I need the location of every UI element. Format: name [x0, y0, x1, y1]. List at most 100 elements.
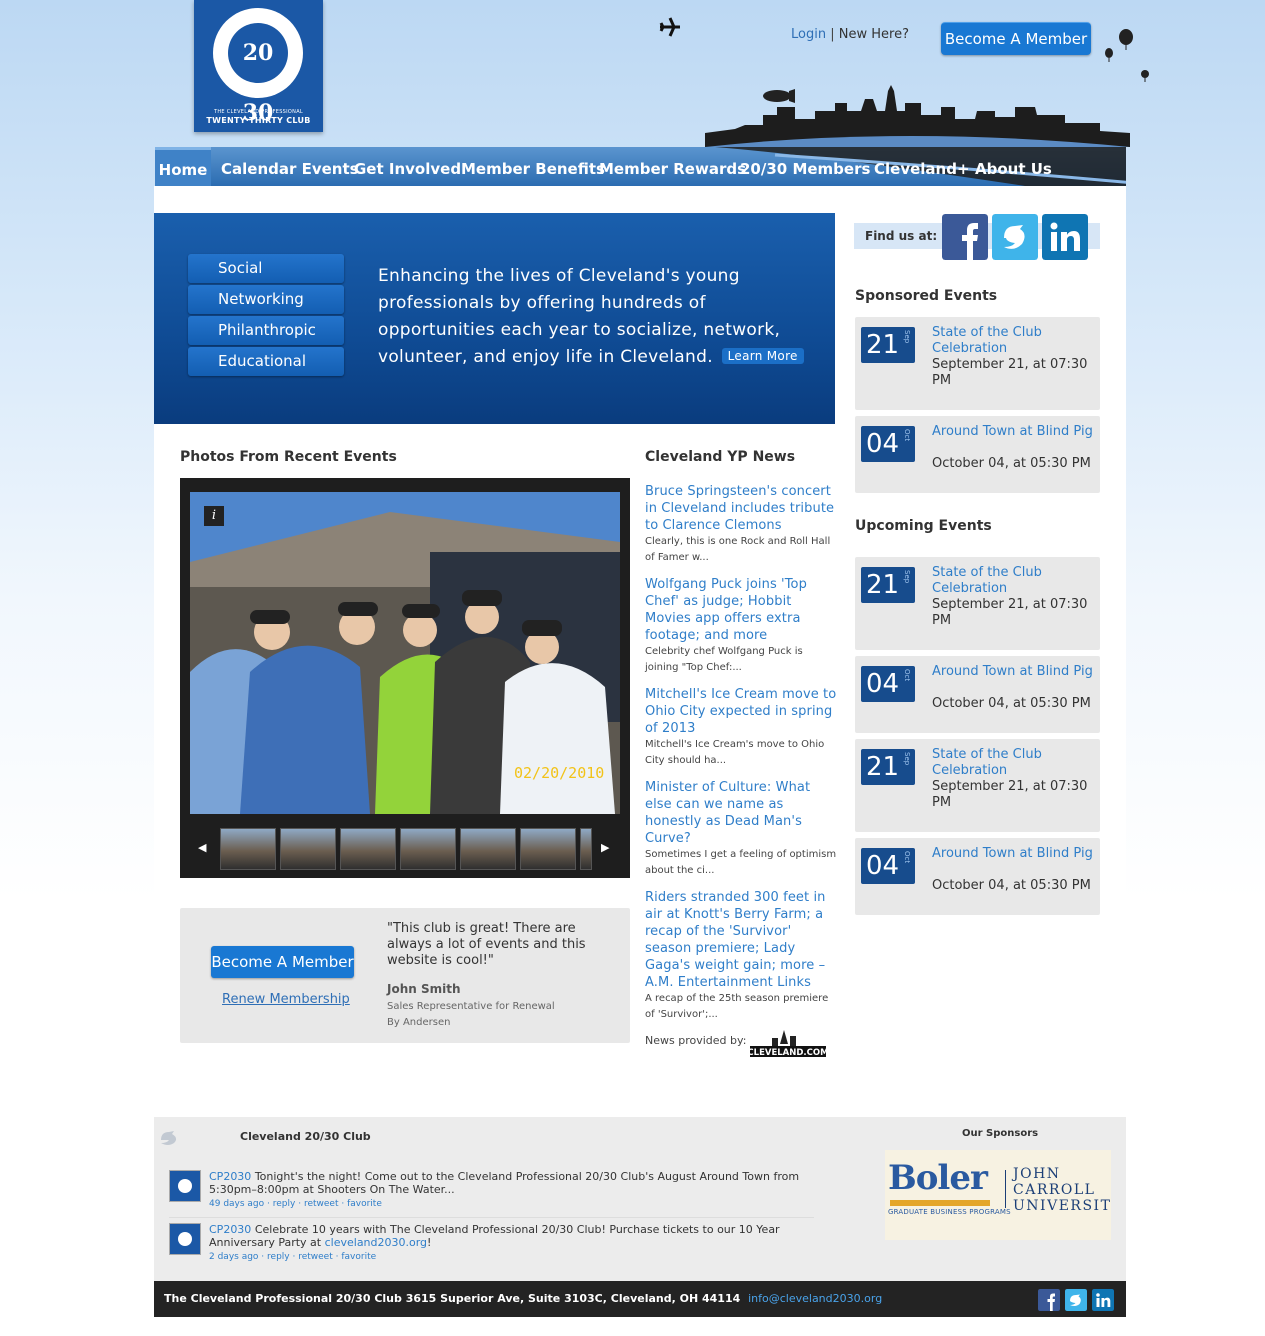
thumbnail-7[interactable]: [580, 828, 592, 870]
event-title[interactable]: Around Town at Blind Pig: [932, 846, 1097, 862]
date-badge: 21 Sep: [861, 567, 915, 603]
thumbnail-5[interactable]: [460, 828, 516, 870]
news-item-title[interactable]: Riders stranded 300 feet in air at Knott…: [645, 889, 837, 991]
thumbnail-3[interactable]: [340, 828, 396, 870]
photo-date-stamp: 02/20/2010: [514, 764, 605, 782]
nav-item-about-us[interactable]: About Us: [975, 147, 1052, 186]
tweet-retweet[interactable]: retweet: [304, 1199, 339, 1209]
tweet: CP2030 Tonight's the night! Come out to …: [169, 1170, 819, 1212]
tweet-separator: [169, 1217, 814, 1218]
info-icon[interactable]: i: [204, 506, 224, 526]
footer-twitter-icon[interactable]: [1065, 1289, 1087, 1311]
hero-banner: Social Networking Philanthropic Educatio…: [154, 213, 835, 424]
login-link[interactable]: Login: [791, 27, 826, 42]
news-item-title[interactable]: Wolfgang Puck joins 'Top Chef' as judge;…: [645, 576, 837, 644]
nav-item-member-rewards[interactable]: Member Rewards: [599, 147, 746, 186]
linkedin-icon[interactable]: [1042, 214, 1088, 260]
event-card[interactable]: 04 Oct Around Town at Blind Pig October …: [855, 656, 1100, 733]
tweet-avatar[interactable]: [169, 1170, 201, 1202]
footer-address: The Cleveland Professional 20/30 Club 36…: [164, 1292, 882, 1305]
tweet-handle[interactable]: CP2030: [209, 1223, 251, 1236]
thumbnail-4[interactable]: [400, 828, 456, 870]
twitter-feed-title: Cleveland 20/30 Club: [240, 1130, 371, 1143]
event-card[interactable]: 21 Sep State of the Club Celebration Sep…: [855, 739, 1100, 832]
footer-linkedin-icon[interactable]: [1092, 1289, 1114, 1311]
become-member-button[interactable]: Become A Member: [941, 22, 1091, 55]
nav-item-home[interactable]: Home: [155, 147, 211, 186]
event-month: Sep: [903, 570, 911, 584]
sponsored-events-title: Sponsored Events: [855, 288, 998, 304]
nav-item-get-involved[interactable]: Get Involved: [354, 147, 461, 186]
logo-small-text: THE CLEVELAND PROFESSIONAL: [213, 109, 304, 115]
event-date: October 04, at 05:30 PM: [932, 878, 1091, 893]
hero-button-networking[interactable]: Networking: [188, 285, 344, 314]
jcu-line: CARROLL: [1013, 1182, 1096, 1198]
main-content: Social Networking Philanthropic Educatio…: [154, 186, 1126, 1117]
renew-membership-link[interactable]: Renew Membership: [222, 992, 350, 1007]
news-item: Mitchell's Ice Cream move to Ohio City e…: [645, 686, 837, 769]
event-card[interactable]: 21 Sep State of the Club Celebration Sep…: [855, 557, 1100, 650]
event-title[interactable]: State of the Club Celebration: [932, 747, 1097, 779]
nav-item-calendar-events[interactable]: Calendar Events: [221, 147, 359, 186]
tweet-retweet[interactable]: retweet: [298, 1252, 333, 1262]
twitter-icon[interactable]: [992, 214, 1038, 260]
event-title[interactable]: Around Town at Blind Pig: [932, 664, 1097, 680]
event-day: 04: [866, 429, 900, 459]
thumbnail-prev-arrow-icon[interactable]: ◀: [198, 841, 206, 854]
testimonial-name: John Smith: [387, 982, 461, 996]
news-item: Minister of Culture: What else can we na…: [645, 779, 837, 879]
event-card[interactable]: 04 Oct Around Town at Blind Pig October …: [855, 416, 1100, 493]
event-title[interactable]: Around Town at Blind Pig: [932, 424, 1097, 440]
tweet-handle[interactable]: CP2030: [209, 1170, 251, 1183]
hero-button-philanthropic[interactable]: Philanthropic: [188, 316, 344, 345]
thumbnail-2[interactable]: [280, 828, 336, 870]
nav-item-cleveland-plus[interactable]: Cleveland+: [874, 147, 970, 186]
event-title[interactable]: State of the Club Celebration: [932, 325, 1097, 357]
event-card[interactable]: 04 Oct Around Town at Blind Pig October …: [855, 838, 1100, 915]
site-logo[interactable]: 20 30 THE CLEVELAND PROFESSIONAL TWENTY·…: [194, 0, 323, 132]
news-item-title[interactable]: Mitchell's Ice Cream move to Ohio City e…: [645, 686, 837, 737]
tweet-favorite[interactable]: favorite: [347, 1199, 382, 1209]
footer-facebook-icon[interactable]: [1038, 1289, 1060, 1311]
news-item-excerpt: Clearly, this is one Rock and Roll Hall …: [645, 536, 831, 563]
event-month: Oct: [903, 429, 911, 442]
sponsor-divider: [1005, 1170, 1006, 1208]
hero-button-social[interactable]: Social: [188, 254, 344, 283]
event-day: 04: [866, 851, 900, 881]
facebook-icon[interactable]: [942, 214, 988, 260]
tweet-favorite[interactable]: favorite: [341, 1252, 376, 1262]
date-badge: 04 Oct: [861, 666, 915, 702]
cleveland-com-logo[interactable]: CLEVELAND.COM: [750, 1026, 826, 1058]
gallery-main-photo[interactable]: i 02/20/2010: [190, 492, 620, 814]
sponsor-banner[interactable]: Boler GRADUATE BUSINESS PROGRAMS JOHN CA…: [885, 1150, 1111, 1240]
event-title[interactable]: State of the Club Celebration: [932, 565, 1097, 597]
city-skyline-icon: [705, 85, 1130, 147]
logo-big-text: TWENTY·THIRTY CLUB: [206, 116, 311, 125]
thumbnail-6[interactable]: [520, 828, 576, 870]
tweet-avatar[interactable]: [169, 1223, 201, 1255]
thumbnail-1[interactable]: [220, 828, 276, 870]
news-item-title[interactable]: Bruce Springsteen's concert in Cleveland…: [645, 483, 837, 534]
tweet-reply[interactable]: reply: [273, 1199, 296, 1209]
boler-wordmark: Boler: [888, 1158, 988, 1198]
nav-item-member-benefits[interactable]: Member Benefits: [461, 147, 605, 186]
event-card[interactable]: 21 Sep State of the Club Celebration Sep…: [855, 317, 1100, 410]
nav-item-2030-members[interactable]: 20/30 Members: [740, 147, 870, 186]
thumbnail-next-arrow-icon[interactable]: ▶: [601, 841, 609, 854]
logo-monogram: 20 30: [228, 23, 288, 126]
tweet-link[interactable]: cleveland2030.org: [325, 1236, 427, 1249]
tweet-age[interactable]: 2 days ago: [209, 1252, 258, 1262]
photo-gallery: i 02/20/2010 ◀ ▶: [180, 478, 630, 878]
hero-button-educational[interactable]: Educational: [188, 347, 344, 376]
tweet-reply[interactable]: reply: [267, 1252, 290, 1262]
site-header: 20 30 THE CLEVELAND PROFESSIONAL TWENTY·…: [0, 0, 1265, 147]
footer-email-link[interactable]: info@cleveland2030.org: [748, 1292, 882, 1305]
member-box-become-button[interactable]: Become A Member: [211, 946, 354, 978]
date-badge: 04 Oct: [861, 848, 915, 884]
news-list: Bruce Springsteen's concert in Cleveland…: [645, 483, 837, 1033]
learn-more-button[interactable]: Learn More: [721, 348, 804, 364]
news-item-title[interactable]: Minister of Culture: What else can we na…: [645, 779, 837, 847]
tweet-age[interactable]: 49 days ago: [209, 1199, 264, 1209]
date-badge: 04 Oct: [861, 426, 915, 462]
new-here-link[interactable]: New Here?: [839, 27, 909, 42]
